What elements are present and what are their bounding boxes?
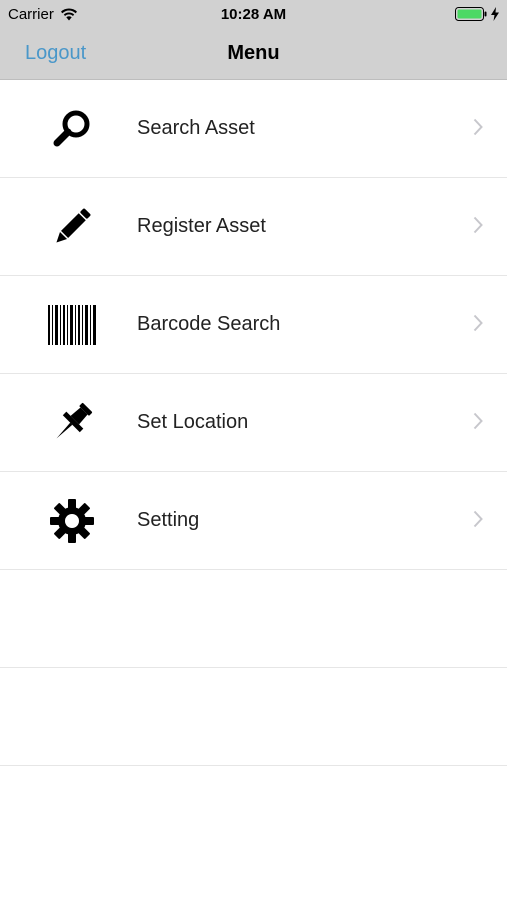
menu-item-label: Search Asset [137, 117, 255, 139]
chevron-right-icon [473, 412, 483, 430]
navigation-bar: Logout Menu [0, 30, 507, 80]
menu-item-label: Register Asset [137, 215, 266, 237]
pencil-icon [46, 202, 98, 252]
menu-item-label: Barcode Search [137, 313, 281, 335]
battery-icon [455, 7, 487, 21]
menu-item-register-asset[interactable]: Register Asset [0, 178, 507, 276]
chevron-right-icon [473, 510, 483, 528]
menu-list: Search Asset Register Asset Barcode Sear… [0, 80, 507, 766]
menu-item-barcode-search[interactable]: Barcode Search [0, 276, 507, 374]
barcode-icon [46, 300, 98, 350]
battery-indicator [455, 7, 499, 21]
pushpin-icon [46, 398, 98, 448]
menu-item-label: Set Location [137, 411, 249, 433]
chevron-right-icon [473, 216, 483, 234]
empty-table-row [0, 570, 507, 668]
menu-item-search-asset[interactable]: Search Asset [0, 80, 507, 178]
logout-button[interactable]: Logout [25, 42, 86, 65]
menu-item-set-location[interactable]: Set Location [0, 374, 507, 472]
charging-bolt-icon [491, 7, 499, 21]
status-time: 10:28 AM [220, 6, 287, 23]
status-bar: Carrier 10:28 AM [0, 0, 507, 30]
empty-table-row [0, 668, 507, 766]
gear-icon [46, 496, 98, 546]
menu-item-setting[interactable]: Setting [0, 472, 507, 570]
menu-item-label: Setting [137, 509, 200, 531]
chevron-right-icon [473, 314, 483, 332]
chevron-right-icon [473, 118, 483, 136]
magnifier-icon [46, 104, 98, 154]
